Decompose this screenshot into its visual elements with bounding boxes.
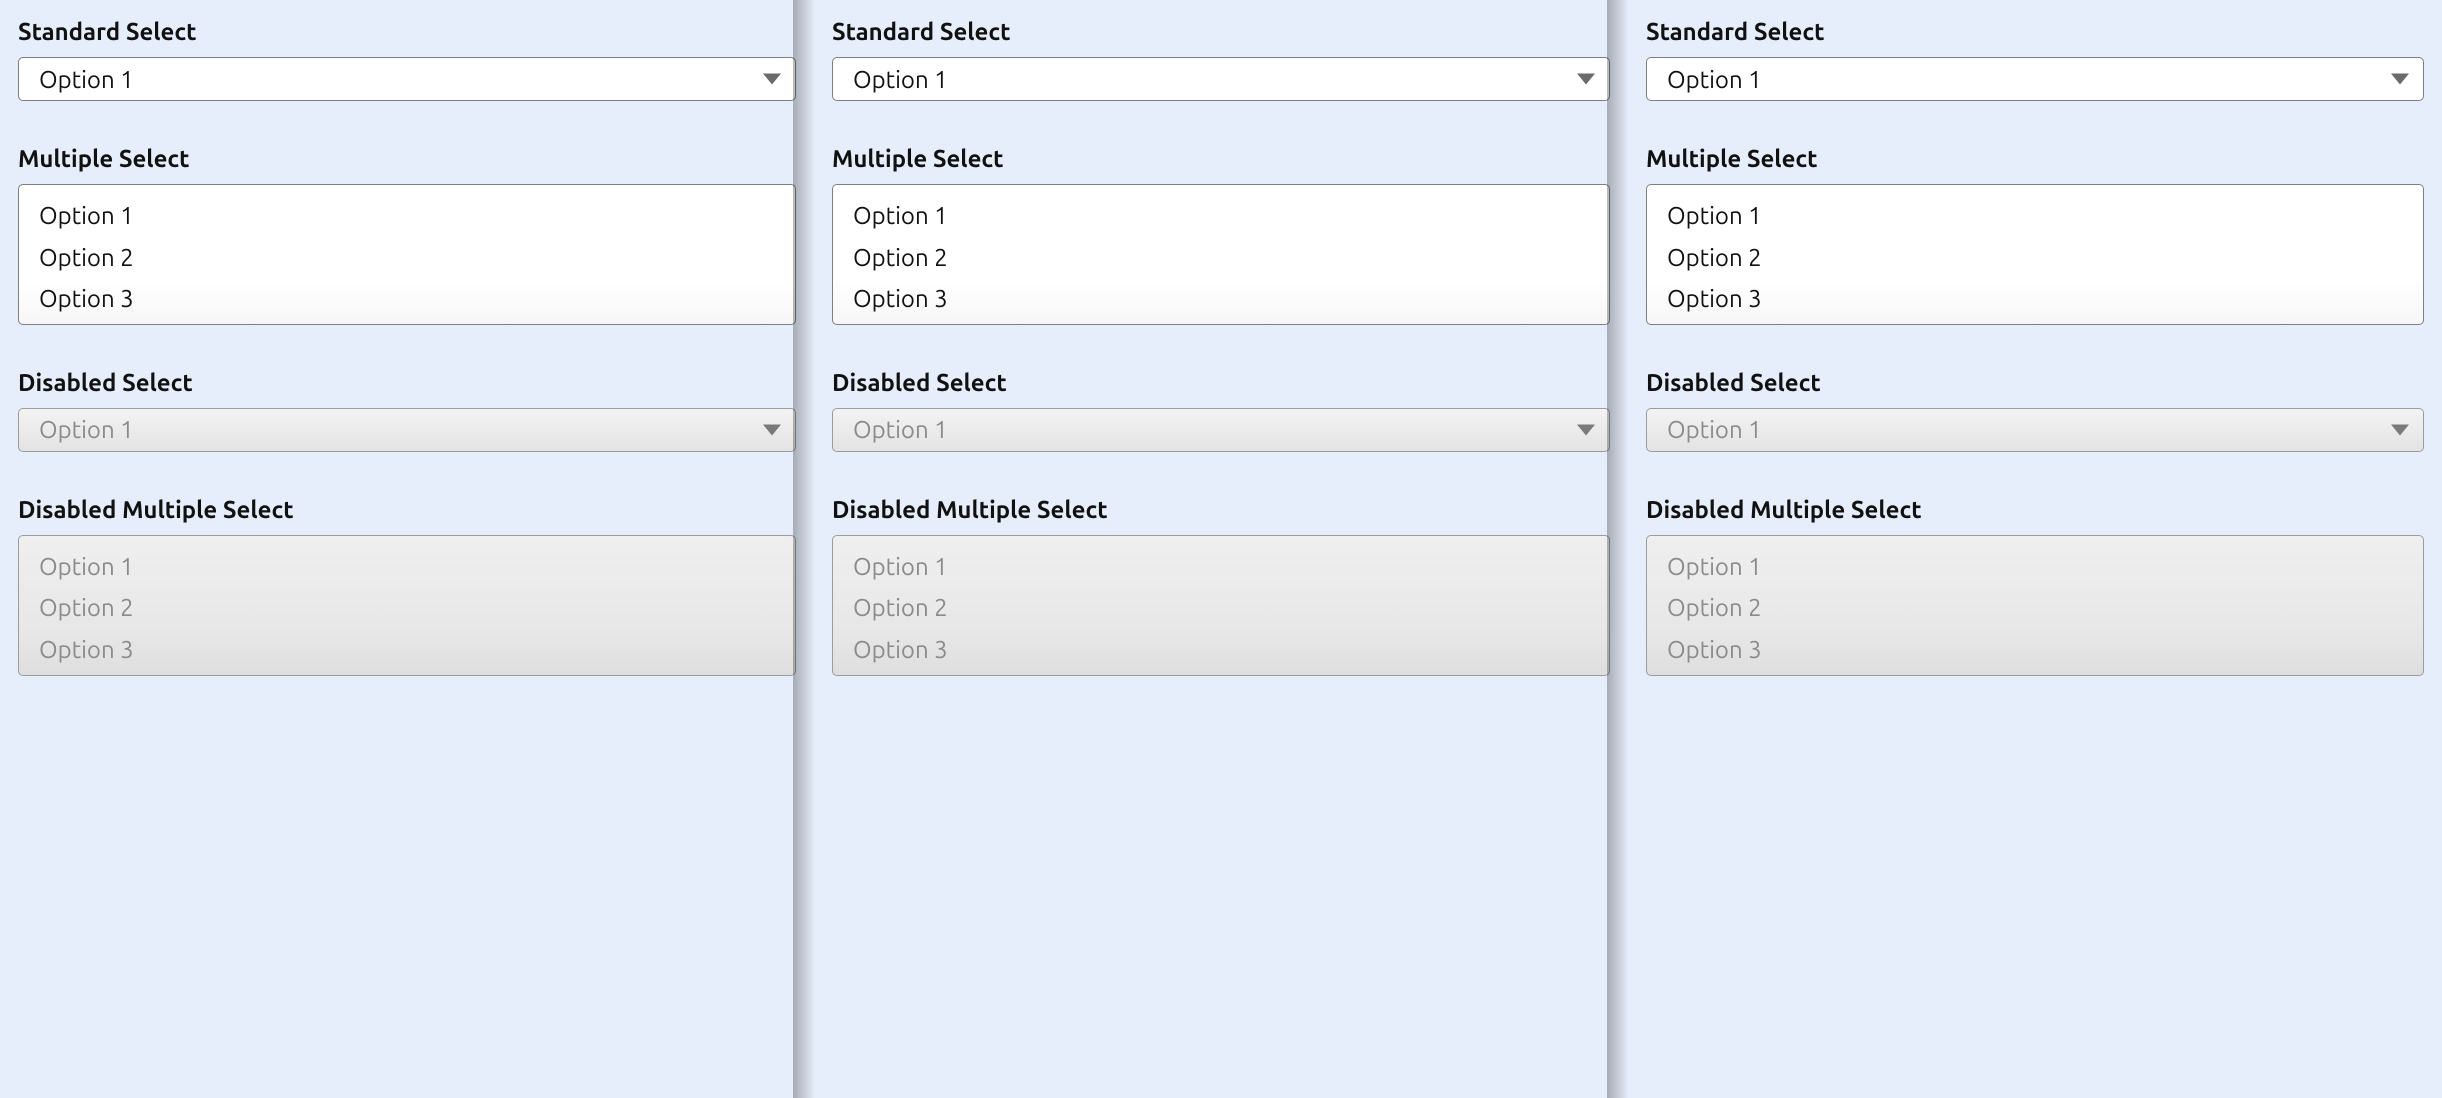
multiple-select-label: Multiple Select — [1646, 145, 2424, 172]
disabled-multiple-select-label: Disabled Multiple Select — [18, 496, 796, 523]
disabled-select-label: Disabled Select — [1646, 369, 2424, 396]
disabled-multiple-select-option-3: Option 3 — [19, 629, 795, 671]
disabled-select-label: Disabled Select — [18, 369, 796, 396]
chevron-down-icon — [1577, 74, 1595, 85]
disabled-multiple-select-option-3: Option 3 — [1647, 629, 2423, 671]
disabled-select: Option 1 — [832, 408, 1610, 452]
columns-container: Standard Select Option 1 Multiple Select… — [0, 0, 2442, 1098]
chevron-down-icon — [763, 74, 781, 85]
disabled-multiple-select-option-2: Option 2 — [1647, 587, 2423, 629]
standard-select-group: Standard Select Option 1 — [1646, 18, 2424, 101]
multiple-select-group: Multiple Select Option 1 Option 2 Option… — [832, 145, 1610, 325]
standard-select-group: Standard Select Option 1 — [18, 18, 796, 101]
standard-select-value: Option 1 — [853, 66, 948, 93]
chevron-down-icon — [763, 424, 781, 435]
disabled-multiple-select-option-2: Option 2 — [833, 587, 1609, 629]
disabled-select-value: Option 1 — [39, 416, 134, 443]
standard-select[interactable]: Option 1 — [832, 57, 1610, 101]
multiple-select-group: Multiple Select Option 1 Option 2 Option… — [18, 145, 796, 325]
multiple-select-option-1[interactable]: Option 1 — [833, 195, 1609, 237]
column-3: Standard Select Option 1 Multiple Select… — [1628, 0, 2442, 1098]
disabled-multiple-select-group: Disabled Multiple Select Option 1 Option… — [1646, 496, 2424, 676]
disabled-select-group: Disabled Select Option 1 — [18, 369, 796, 452]
multiple-select-option-2[interactable]: Option 2 — [833, 237, 1609, 279]
disabled-multiple-select: Option 1 Option 2 Option 3 — [832, 535, 1610, 676]
multiple-select-group: Multiple Select Option 1 Option 2 Option… — [1646, 145, 2424, 325]
standard-select-label: Standard Select — [1646, 18, 2424, 45]
disabled-select-value: Option 1 — [853, 416, 948, 443]
disabled-multiple-select-option-1: Option 1 — [833, 546, 1609, 588]
disabled-select-group: Disabled Select Option 1 — [1646, 369, 2424, 452]
disabled-multiple-select-option-1: Option 1 — [1647, 546, 2423, 588]
multiple-select-option-3[interactable]: Option 3 — [833, 278, 1609, 320]
standard-select-value: Option 1 — [39, 66, 134, 93]
multiple-select-label: Multiple Select — [832, 145, 1610, 172]
multiple-select-label: Multiple Select — [18, 145, 796, 172]
multiple-select-option-2[interactable]: Option 2 — [19, 237, 795, 279]
disabled-multiple-select-label: Disabled Multiple Select — [832, 496, 1610, 523]
multiple-select[interactable]: Option 1 Option 2 Option 3 — [18, 184, 796, 325]
standard-select-label: Standard Select — [18, 18, 796, 45]
disabled-multiple-select-label: Disabled Multiple Select — [1646, 496, 2424, 523]
column-1: Standard Select Option 1 Multiple Select… — [0, 0, 814, 1098]
disabled-multiple-select-option-2: Option 2 — [19, 587, 795, 629]
standard-select-label: Standard Select — [832, 18, 1610, 45]
multiple-select[interactable]: Option 1 Option 2 Option 3 — [1646, 184, 2424, 325]
multiple-select[interactable]: Option 1 Option 2 Option 3 — [832, 184, 1610, 325]
disabled-select-value: Option 1 — [1667, 416, 1762, 443]
disabled-multiple-select-group: Disabled Multiple Select Option 1 Option… — [832, 496, 1610, 676]
standard-select-group: Standard Select Option 1 — [832, 18, 1610, 101]
disabled-multiple-select-group: Disabled Multiple Select Option 1 Option… — [18, 496, 796, 676]
column-2: Standard Select Option 1 Multiple Select… — [814, 0, 1628, 1098]
standard-select[interactable]: Option 1 — [1646, 57, 2424, 101]
disabled-multiple-select: Option 1 Option 2 Option 3 — [18, 535, 796, 676]
disabled-select: Option 1 — [18, 408, 796, 452]
disabled-multiple-select-option-1: Option 1 — [19, 546, 795, 588]
standard-select[interactable]: Option 1 — [18, 57, 796, 101]
disabled-select: Option 1 — [1646, 408, 2424, 452]
multiple-select-option-1[interactable]: Option 1 — [1647, 195, 2423, 237]
disabled-select-group: Disabled Select Option 1 — [832, 369, 1610, 452]
multiple-select-option-2[interactable]: Option 2 — [1647, 237, 2423, 279]
multiple-select-option-3[interactable]: Option 3 — [1647, 278, 2423, 320]
disabled-multiple-select-option-3: Option 3 — [833, 629, 1609, 671]
standard-select-value: Option 1 — [1667, 66, 1762, 93]
chevron-down-icon — [2391, 74, 2409, 85]
chevron-down-icon — [2391, 424, 2409, 435]
multiple-select-option-3[interactable]: Option 3 — [19, 278, 795, 320]
disabled-multiple-select: Option 1 Option 2 Option 3 — [1646, 535, 2424, 676]
disabled-select-label: Disabled Select — [832, 369, 1610, 396]
multiple-select-option-1[interactable]: Option 1 — [19, 195, 795, 237]
chevron-down-icon — [1577, 424, 1595, 435]
